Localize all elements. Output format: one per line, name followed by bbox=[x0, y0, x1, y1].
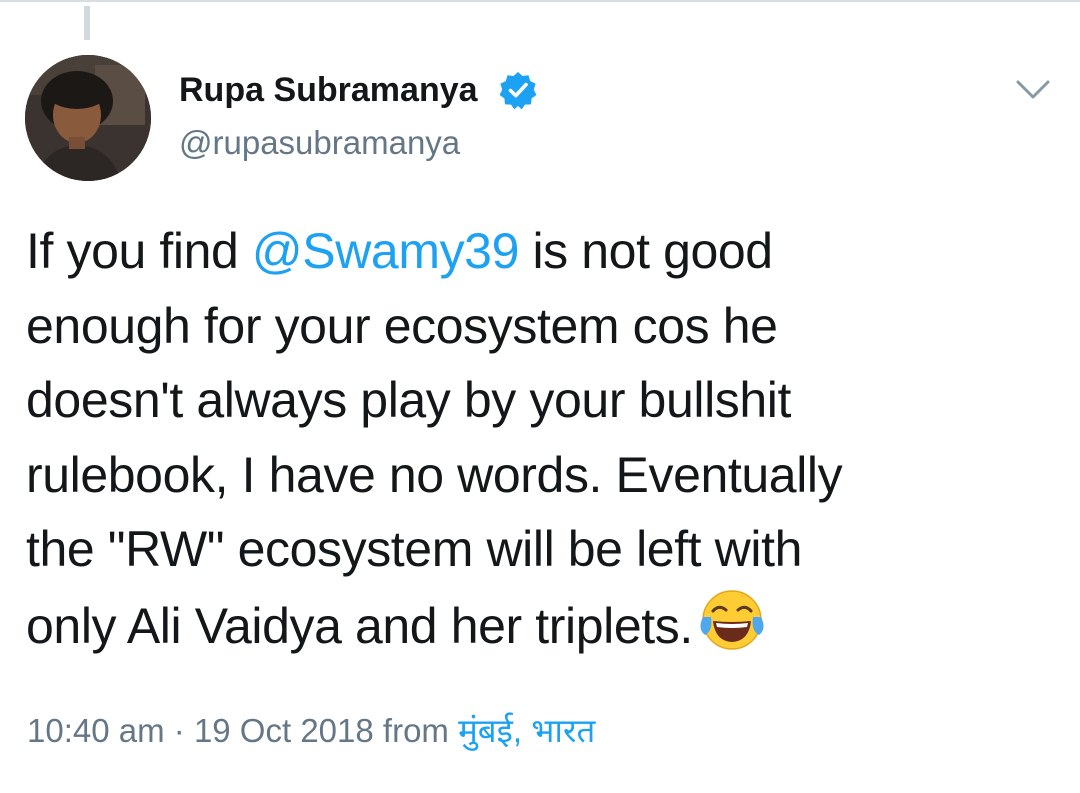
tweet-detail: Rupa Subramanya @rupasubramanya If you f… bbox=[0, 0, 1080, 793]
verified-badge-icon bbox=[499, 72, 537, 110]
meta-separator: · bbox=[173, 712, 185, 749]
tweet-text-line: the "RW" ecosystem will be left with bbox=[26, 521, 802, 577]
from-label: from bbox=[382, 712, 449, 749]
tweet-timestamp: 10:40 am · 19 Oct 2018 from मुंबई, भारत bbox=[27, 709, 595, 753]
location-link[interactable]: मुंबई, भारत bbox=[458, 712, 595, 749]
tweet-text-line: enough for your ecosystem cos he bbox=[26, 297, 778, 354]
thread-connector-line bbox=[84, 6, 90, 40]
top-divider bbox=[0, 0, 1080, 2]
tweet-time[interactable]: 10:40 am bbox=[27, 712, 165, 749]
mention-link[interactable]: @Swamy39 bbox=[252, 223, 519, 279]
tweet-text-segment: is not good bbox=[518, 223, 773, 279]
avatar[interactable] bbox=[25, 55, 151, 181]
tweet-text-line: doesn't always play by your bullshit bbox=[26, 372, 791, 428]
tweet-date[interactable]: 19 Oct 2018 bbox=[194, 712, 374, 749]
author-display-name[interactable]: Rupa Subramanya bbox=[179, 68, 478, 112]
tweet-text-line: rulebook, I have no words. Eventually bbox=[26, 446, 843, 503]
tweet-text-segment: only Ali Vaidya and her triplets. bbox=[26, 597, 693, 654]
tweet-text: If you find @Swamy39 is not good enough … bbox=[26, 214, 1056, 663]
chevron-down-icon[interactable] bbox=[1013, 74, 1053, 106]
tweet-text-line: If you find @Swamy39 is not good bbox=[26, 214, 1056, 289]
tweet-text-line-last: only Ali Vaidya and her triplets. bbox=[26, 587, 1056, 664]
author-handle[interactable]: @rupasubramanya bbox=[179, 121, 460, 165]
tweet-text-segment: If you find bbox=[26, 223, 252, 279]
avatar-image bbox=[25, 55, 151, 181]
face-with-tears-of-joy-icon bbox=[700, 589, 764, 650]
